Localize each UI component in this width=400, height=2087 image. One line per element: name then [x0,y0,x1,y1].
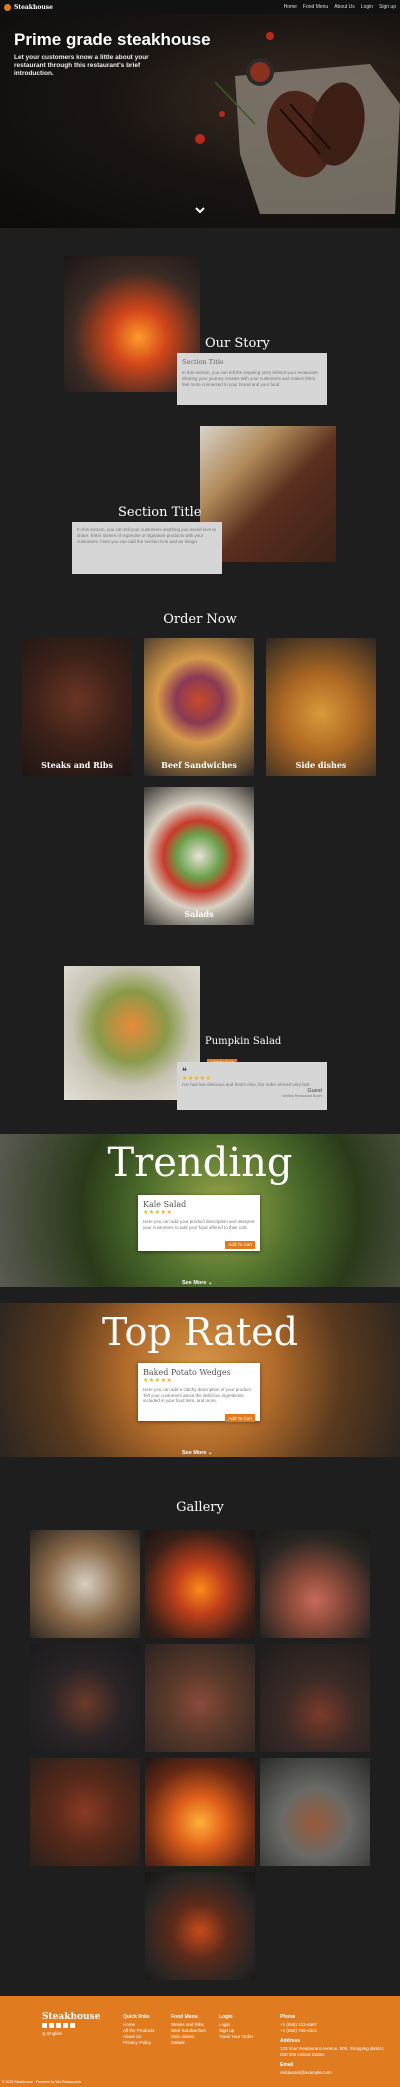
social-icons [42,2023,100,2028]
trending-product-body: Here you can add your product descriptio… [143,1219,255,1230]
top-rated-product-stars: ★★★★★ [143,1378,173,1384]
order-tile-sandwiches[interactable]: Beef Sandwiches [144,638,254,776]
brand-logo[interactable]: Steakhouse [4,3,53,11]
top-rated-add-to-cart-label: Add To Cart [225,1414,255,1422]
address-line: 000 000 United States [280,2052,325,2057]
section-card-body: In this section, you can tell your custo… [77,527,217,544]
order-tile-label: Beef Sandwiches [161,760,237,770]
review-stars: ★★★★★ [182,1076,212,1082]
order-heading: Order Now [163,612,237,627]
gallery-image[interactable] [30,1644,140,1752]
language-selector[interactable]: ◎ English [42,2031,100,2037]
top-rated-add-to-cart-button[interactable]: Add To Cart [143,1407,255,1425]
language-label: English [47,2031,62,2036]
chevron-down-icon: ⌄ [208,1280,213,1286]
phone-heading: Phone [280,2014,296,2020]
review-card: ❝ ★★★★★ I've had lots delicious and fres… [177,1062,327,1110]
trending-add-to-cart-label: Add To Cart [225,1240,255,1249]
globe-icon: ◎ [42,2031,46,2036]
trending-heading: Trending [107,1140,293,1186]
nav-links: Home Food Menu About Us Login Sign up [284,4,396,10]
story-card: Section Title In this section, you can t… [177,353,327,405]
gallery-image[interactable] [145,1530,255,1638]
nav-link-home[interactable]: Home [284,4,297,10]
footer-quick-links: Quick links Home All the Products About … [123,2014,155,2046]
footer-contact: Phone +1 (555) 123-4567 +1 (555) 765-432… [280,2014,390,2076]
see-more-label: See More [182,1280,207,1286]
facebook-icon[interactable] [42,2023,47,2028]
order-tile-label: Salads [184,909,214,919]
instagram-icon[interactable] [63,2023,68,2028]
copyright-text: © 2023 Steakhouse · Powered by Wix Resta… [2,2080,82,2084]
food-menu-heading: Food Menu [171,2014,198,2020]
order-tile-label: Side dishes [295,760,347,770]
nav-link-food-menu[interactable]: Food Menu [303,4,328,10]
top-rated-product-card[interactable]: Baked Potato Wedges ★★★★★ Here you can a… [138,1363,260,1422]
section-card: In this section, you can tell your custo… [72,522,222,574]
order-tile-side-dishes[interactable]: Side dishes [266,638,376,776]
address-heading: Address [280,2038,301,2044]
order-tile-label: Steaks and Ribs [41,760,113,770]
gallery-image[interactable] [30,1758,140,1866]
nav-link-login[interactable]: Login [361,4,373,10]
review-text: I've had lots delicious and fresh! Also,… [182,1082,311,1087]
order-tile-steaks[interactable]: Steaks and Ribs [22,638,132,776]
twitter-icon[interactable] [49,2023,54,2028]
logo-icon [4,3,11,11]
gallery-image[interactable] [145,1872,255,1980]
youtube-icon[interactable] [56,2023,61,2028]
footer-account: Login Login Sign up Track Your Order [219,2014,253,2040]
footer-link[interactable]: Salads [171,2040,206,2046]
section-heading: Section Title [118,505,202,520]
trending-product-card[interactable]: Kale Salad ★★★★★ Here you can add your p… [138,1195,260,1251]
see-more-label: See More [182,1450,207,1456]
gallery-image[interactable] [145,1758,255,1866]
footer-brand: Steakhouse [42,2012,101,2022]
hero-subtitle: Let your customers know a little about y… [14,54,149,77]
top-rated-product-title: Baked Potato Wedges [143,1368,231,1377]
top-rated-product-body: Here you can add a catchy description of… [143,1387,253,1403]
hero-title: Prime grade steakhouse [14,30,211,49]
featured-product-title: Pumpkin Salad [205,1036,282,1047]
gallery-heading: Gallery [176,1500,224,1515]
footer-link[interactable]: Privacy Policy [123,2040,155,2046]
pinterest-icon[interactable] [70,2023,75,2028]
top-rated-heading: Top Rated [102,1310,298,1354]
chevron-down-icon: ⌄ [208,1450,213,1456]
brand-name: Steakhouse [14,3,53,11]
footer-link[interactable]: Track Your Order [219,2034,253,2040]
trending-product-stars: ★★★★★ [143,1210,173,1216]
nav-link-sign-up[interactable]: Sign up [379,4,396,10]
top-navigation: Steakhouse Home Food Menu About Us Login… [0,0,400,14]
footer-brand-column: Steakhouse ◎ English [42,2012,101,2037]
story-heading: Our Story [205,336,270,351]
email-link[interactable]: restaurant@example.com [280,2070,390,2076]
gallery-image[interactable] [260,1644,370,1752]
footer-food-menu: Food Menu Steaks and Ribs Beef Sandwiche… [171,2014,206,2046]
top-rated-see-more-link[interactable]: See More ⌄ [182,1450,213,1456]
order-tile-salads[interactable]: Salads [144,787,254,925]
account-heading: Login [219,2014,233,2020]
nav-link-about-us[interactable]: About Us [334,4,355,10]
hero-section: Prime grade steakhouse Let your customer… [0,14,400,228]
footer: Steakhouse ◎ English Quick links Home Al… [0,1996,400,2087]
reviewer-subtitle: Verified Restaurant Buyer [282,1094,322,1098]
gallery-image[interactable] [145,1644,255,1752]
quick-links-heading: Quick links [123,2014,150,2020]
gallery-image[interactable] [260,1530,370,1638]
trending-see-more-link[interactable]: See More ⌄ [182,1280,213,1286]
phone-number[interactable]: +1 (555) 765-4321 [280,2028,390,2034]
trending-add-to-cart-button[interactable]: Add To Cart [143,1233,255,1251]
quote-icon: ❝ [182,1066,187,1076]
gallery-image[interactable] [30,1530,140,1638]
trending-product-title: Kale Salad [143,1200,187,1209]
story-card-body: In this section, you can tell the inspir… [182,370,319,387]
scroll-down-chevron-icon[interactable] [194,204,206,216]
email-heading: Email [280,2062,294,2068]
gallery-image[interactable] [260,1758,370,1866]
story-card-title: Section Title [182,358,224,366]
